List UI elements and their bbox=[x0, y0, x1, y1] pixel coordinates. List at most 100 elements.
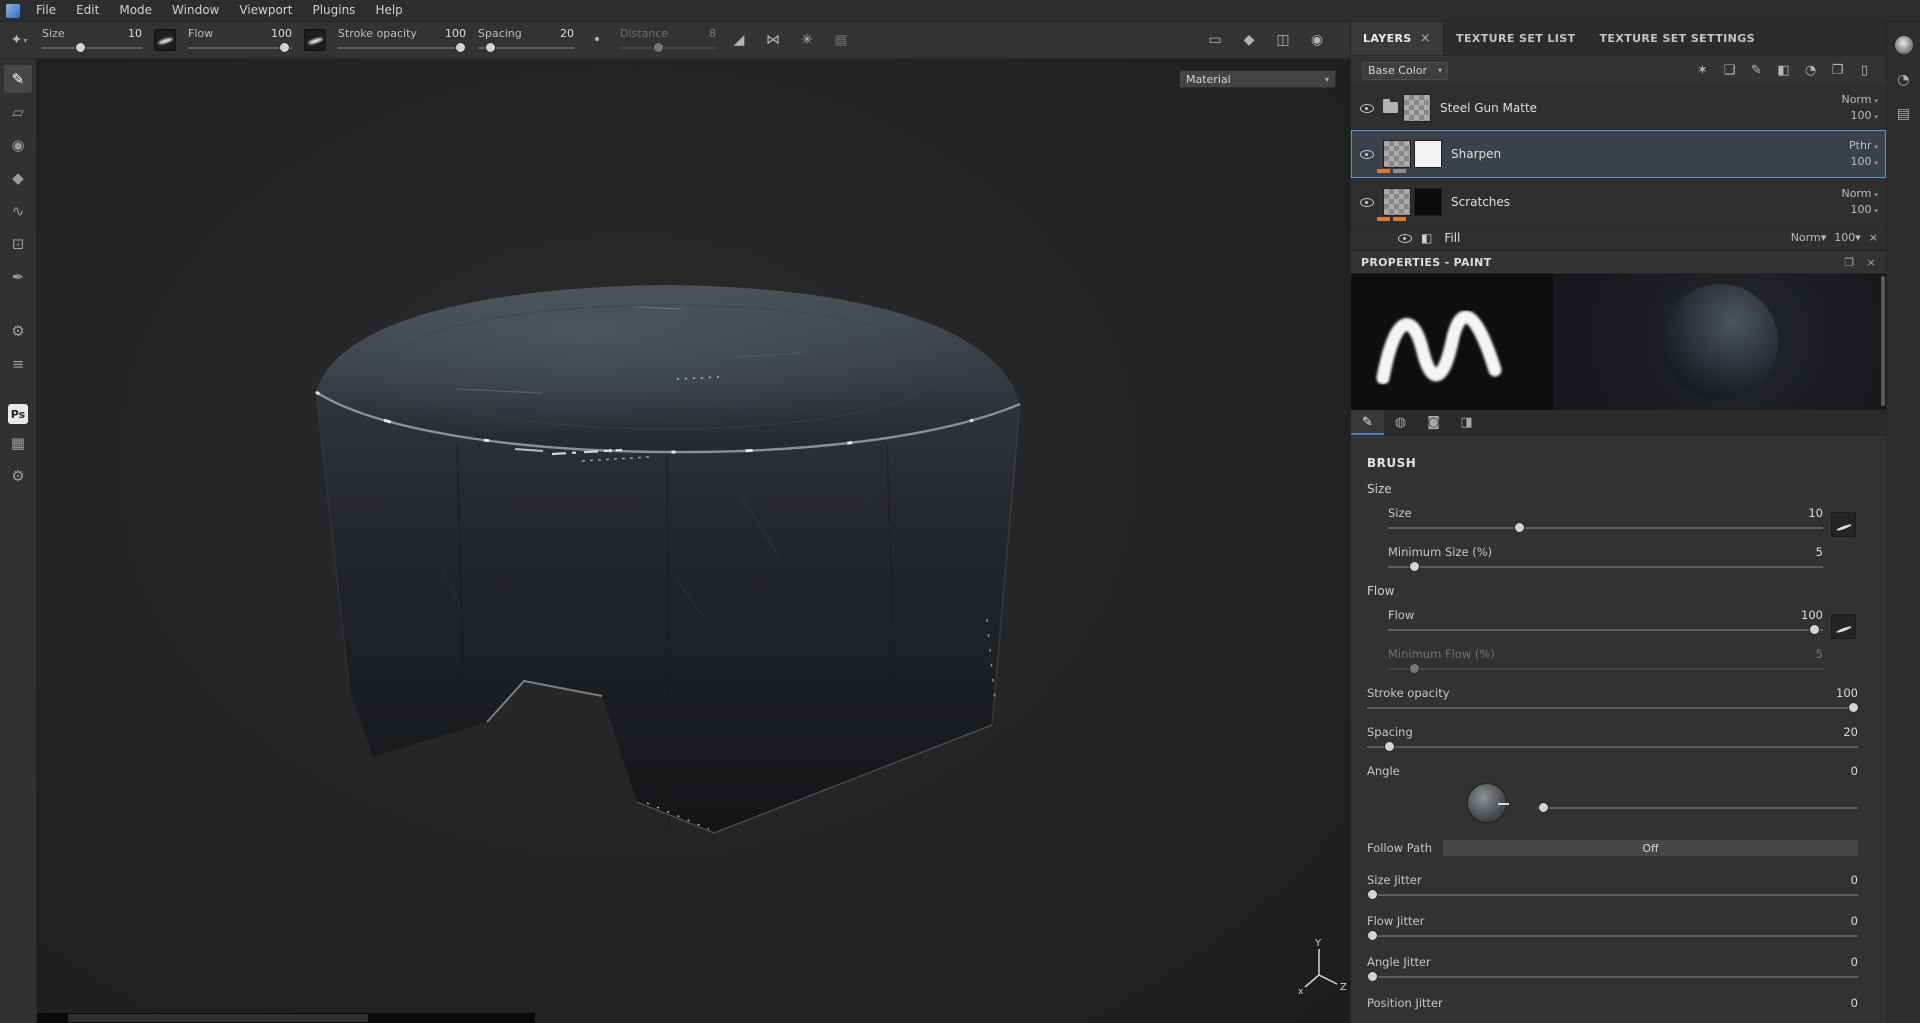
size-pressure-icon[interactable] bbox=[1831, 512, 1856, 537]
size-slider[interactable] bbox=[1388, 522, 1823, 535]
resources-icon[interactable]: ▦ bbox=[4, 429, 32, 457]
remove-effect-icon[interactable]: × bbox=[1869, 231, 1878, 244]
slider-knob[interactable] bbox=[279, 42, 289, 52]
flow-value[interactable]: 100 bbox=[1801, 608, 1823, 622]
close-panel-icon[interactable]: × bbox=[1866, 256, 1876, 269]
tab-grunge[interactable]: ◨ bbox=[1450, 410, 1483, 435]
stroke-opacity-value[interactable]: 100 bbox=[1836, 686, 1858, 700]
add-fill-layer-icon[interactable]: ◧ bbox=[1773, 61, 1794, 81]
flow-pressure-icon[interactable] bbox=[304, 29, 326, 51]
slider-knob[interactable] bbox=[455, 42, 465, 52]
angle-jitter-value[interactable]: 0 bbox=[1851, 955, 1858, 969]
panel-scrollbar-handle[interactable] bbox=[1881, 276, 1885, 406]
visibility-eye-icon[interactable] bbox=[1397, 231, 1413, 245]
photoshop-plugin-icon[interactable]: Ps bbox=[8, 404, 28, 424]
layer-row-scratches[interactable]: Scratches Norm ▾ 100 ▾ bbox=[1351, 178, 1886, 226]
flow-pressure-icon[interactable] bbox=[1831, 614, 1856, 639]
blend-mode-select[interactable]: Norm▾ bbox=[1841, 187, 1878, 200]
visibility-eye-icon[interactable] bbox=[1359, 195, 1375, 209]
spacing-slider[interactable] bbox=[478, 42, 574, 53]
layer-row-fill-effect[interactable]: ◧ Fill Norm▾ 100▾ × bbox=[1351, 226, 1886, 250]
angle-slider-knob[interactable] bbox=[1539, 803, 1548, 812]
layer-thumbnail[interactable] bbox=[1403, 93, 1431, 122]
material-picker-tool[interactable]: ✒ bbox=[4, 263, 32, 291]
display-settings-icon[interactable]: ▭ bbox=[1204, 28, 1226, 52]
slider-knob[interactable] bbox=[1385, 742, 1395, 751]
layer-thumbnail[interactable] bbox=[1383, 187, 1411, 216]
blend-mode-select[interactable]: Norm▾ bbox=[1841, 93, 1878, 106]
slider-knob[interactable] bbox=[1514, 523, 1524, 532]
log-icon[interactable]: ▤ bbox=[1897, 106, 1910, 122]
size-pressure-icon[interactable] bbox=[154, 29, 176, 51]
history-icon[interactable]: ◔ bbox=[1897, 72, 1909, 88]
stroke-opacity-slider[interactable] bbox=[1367, 702, 1859, 715]
preferences-icon[interactable]: ⚙ bbox=[4, 462, 32, 490]
menu-help[interactable]: Help bbox=[365, 0, 412, 21]
slider-knob[interactable] bbox=[485, 42, 495, 52]
clone-tool[interactable]: ⊡ bbox=[4, 230, 32, 258]
stroke-opacity-slider[interactable] bbox=[338, 42, 466, 53]
tab-texture-set-settings[interactable]: TEXTURE SET SETTINGS bbox=[1588, 22, 1767, 55]
slider-knob[interactable] bbox=[1810, 625, 1820, 634]
slider-knob[interactable] bbox=[1368, 890, 1377, 899]
tab-stencil[interactable]: ◙ bbox=[1417, 410, 1450, 435]
polygon-fill-tool[interactable]: ◆ bbox=[4, 164, 32, 192]
opacity-select[interactable]: 100▾ bbox=[1850, 109, 1878, 122]
slider-knob[interactable] bbox=[1849, 703, 1859, 712]
layer-content-thumbnail[interactable] bbox=[1414, 187, 1442, 216]
viewport-scrollbar-handle[interactable] bbox=[68, 1014, 368, 1022]
angle-jitter-slider[interactable] bbox=[1367, 971, 1858, 984]
undock-panel-icon[interactable]: ❐ bbox=[1844, 256, 1854, 269]
blend-mode-select[interactable]: Pthr ▾ bbox=[1849, 139, 1878, 152]
add-mask-icon[interactable]: ❏ bbox=[1719, 61, 1740, 81]
screenshot-camera-icon[interactable]: ◉ bbox=[1306, 28, 1328, 52]
size-jitter-value[interactable]: 0 bbox=[1851, 873, 1858, 887]
tab-material[interactable]: ◍ bbox=[1384, 410, 1417, 435]
radial-symmetry-icon[interactable]: ✳ bbox=[796, 28, 818, 52]
tab-layers[interactable]: LAYERS × bbox=[1351, 22, 1445, 55]
visibility-eye-icon[interactable] bbox=[1359, 147, 1375, 161]
viewport-scrollbar[interactable] bbox=[37, 1013, 535, 1023]
layer-name[interactable]: Sharpen bbox=[1451, 147, 1501, 161]
angle-dial[interactable] bbox=[1467, 783, 1509, 823]
channel-select[interactable]: Base Color ▾ bbox=[1362, 61, 1448, 80]
projection-tool[interactable]: ◉ bbox=[4, 131, 32, 159]
lazy-mouse-icon[interactable]: ◢ bbox=[728, 28, 750, 52]
position-jitter-value[interactable]: 0 bbox=[1851, 996, 1858, 1010]
add-smart-material-icon[interactable]: ◔ bbox=[1800, 61, 1821, 81]
settings-icon[interactable]: ⚙ bbox=[4, 317, 32, 345]
flow-slider[interactable] bbox=[1388, 624, 1823, 637]
size-slider[interactable] bbox=[42, 42, 142, 53]
spacing-slider[interactable] bbox=[1367, 741, 1858, 754]
flow-jitter-slider[interactable] bbox=[1367, 930, 1858, 943]
visibility-eye-icon[interactable] bbox=[1359, 101, 1375, 115]
close-icon[interactable]: × bbox=[1420, 31, 1431, 46]
follow-path-toggle[interactable]: Off bbox=[1443, 840, 1858, 856]
viewport-material-select[interactable]: Material ▾ bbox=[1179, 70, 1336, 88]
layer-name[interactable]: Fill bbox=[1444, 231, 1460, 245]
opacity-select[interactable]: 100▾ bbox=[1850, 203, 1878, 216]
opacity-select[interactable]: 100▾ bbox=[1834, 231, 1861, 244]
camera-video-icon[interactable]: ◫ bbox=[1272, 28, 1294, 52]
flow-value[interactable]: 100 bbox=[271, 28, 292, 39]
menu-edit[interactable]: Edit bbox=[66, 0, 109, 21]
flow-slider[interactable] bbox=[188, 42, 292, 53]
layer-name[interactable]: Scratches bbox=[1451, 195, 1510, 209]
min-size-value[interactable]: 5 bbox=[1816, 545, 1823, 559]
size-jitter-slider[interactable] bbox=[1367, 889, 1858, 902]
tab-texture-set-list[interactable]: TEXTURE SET LIST bbox=[1444, 22, 1587, 55]
color-picker-icon[interactable] bbox=[1894, 36, 1913, 54]
add-effect-icon[interactable]: ✶ bbox=[1692, 61, 1713, 81]
menu-mode[interactable]: Mode bbox=[109, 0, 162, 21]
layer-content-thumbnail[interactable] bbox=[1414, 139, 1442, 168]
smudge-tool[interactable]: ∿ bbox=[4, 197, 32, 225]
menu-window[interactable]: Window bbox=[162, 0, 229, 21]
layer-thumbnail[interactable] bbox=[1383, 139, 1411, 168]
blend-mode-select[interactable]: Norm▾ bbox=[1791, 231, 1827, 244]
layer-row-steel-gun-matte[interactable]: Steel Gun Matte Norm ▾ 100 ▾ bbox=[1351, 86, 1886, 130]
slider-knob[interactable] bbox=[1368, 972, 1377, 981]
size-value[interactable]: 10 bbox=[1808, 506, 1823, 520]
timeline-icon[interactable]: ≡ bbox=[4, 350, 32, 378]
add-group-icon[interactable]: ❐ bbox=[1827, 61, 1848, 81]
stroke-opacity-value[interactable]: 100 bbox=[445, 28, 466, 39]
